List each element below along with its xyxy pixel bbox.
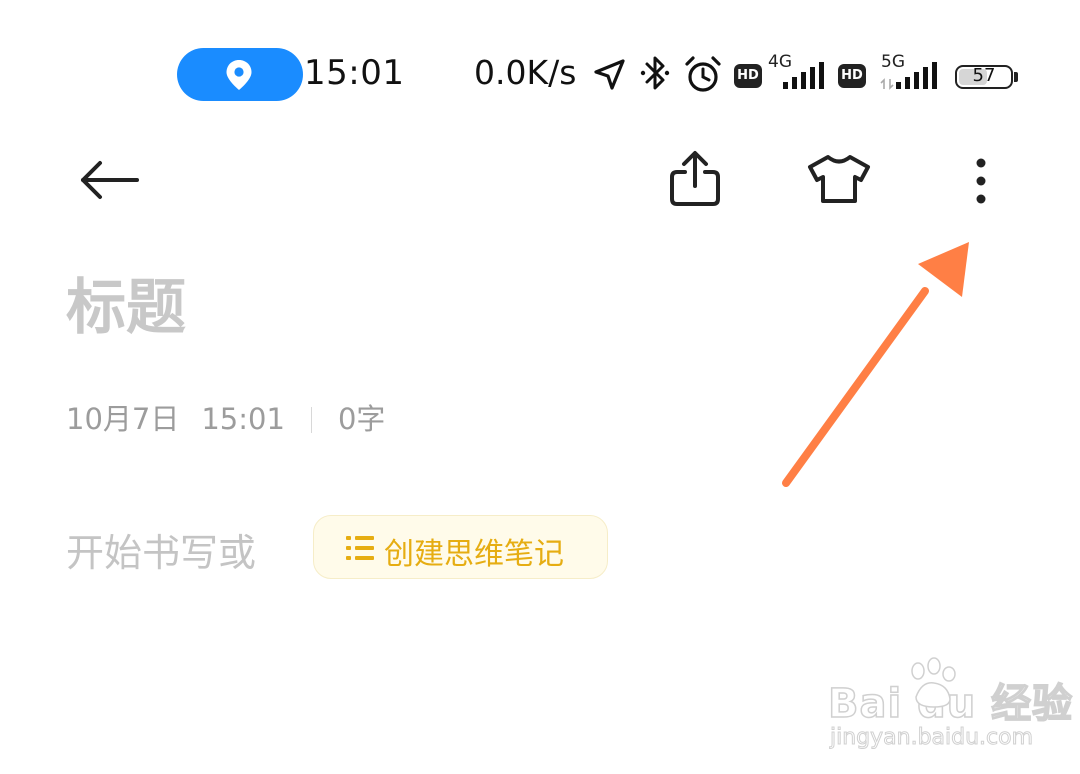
watermark-url: jingyan.baidu.com xyxy=(829,725,1034,751)
baidu-watermark: Bai du 经验 jingyan.baidu.com xyxy=(827,655,1073,755)
paw-logo-icon xyxy=(911,657,956,708)
